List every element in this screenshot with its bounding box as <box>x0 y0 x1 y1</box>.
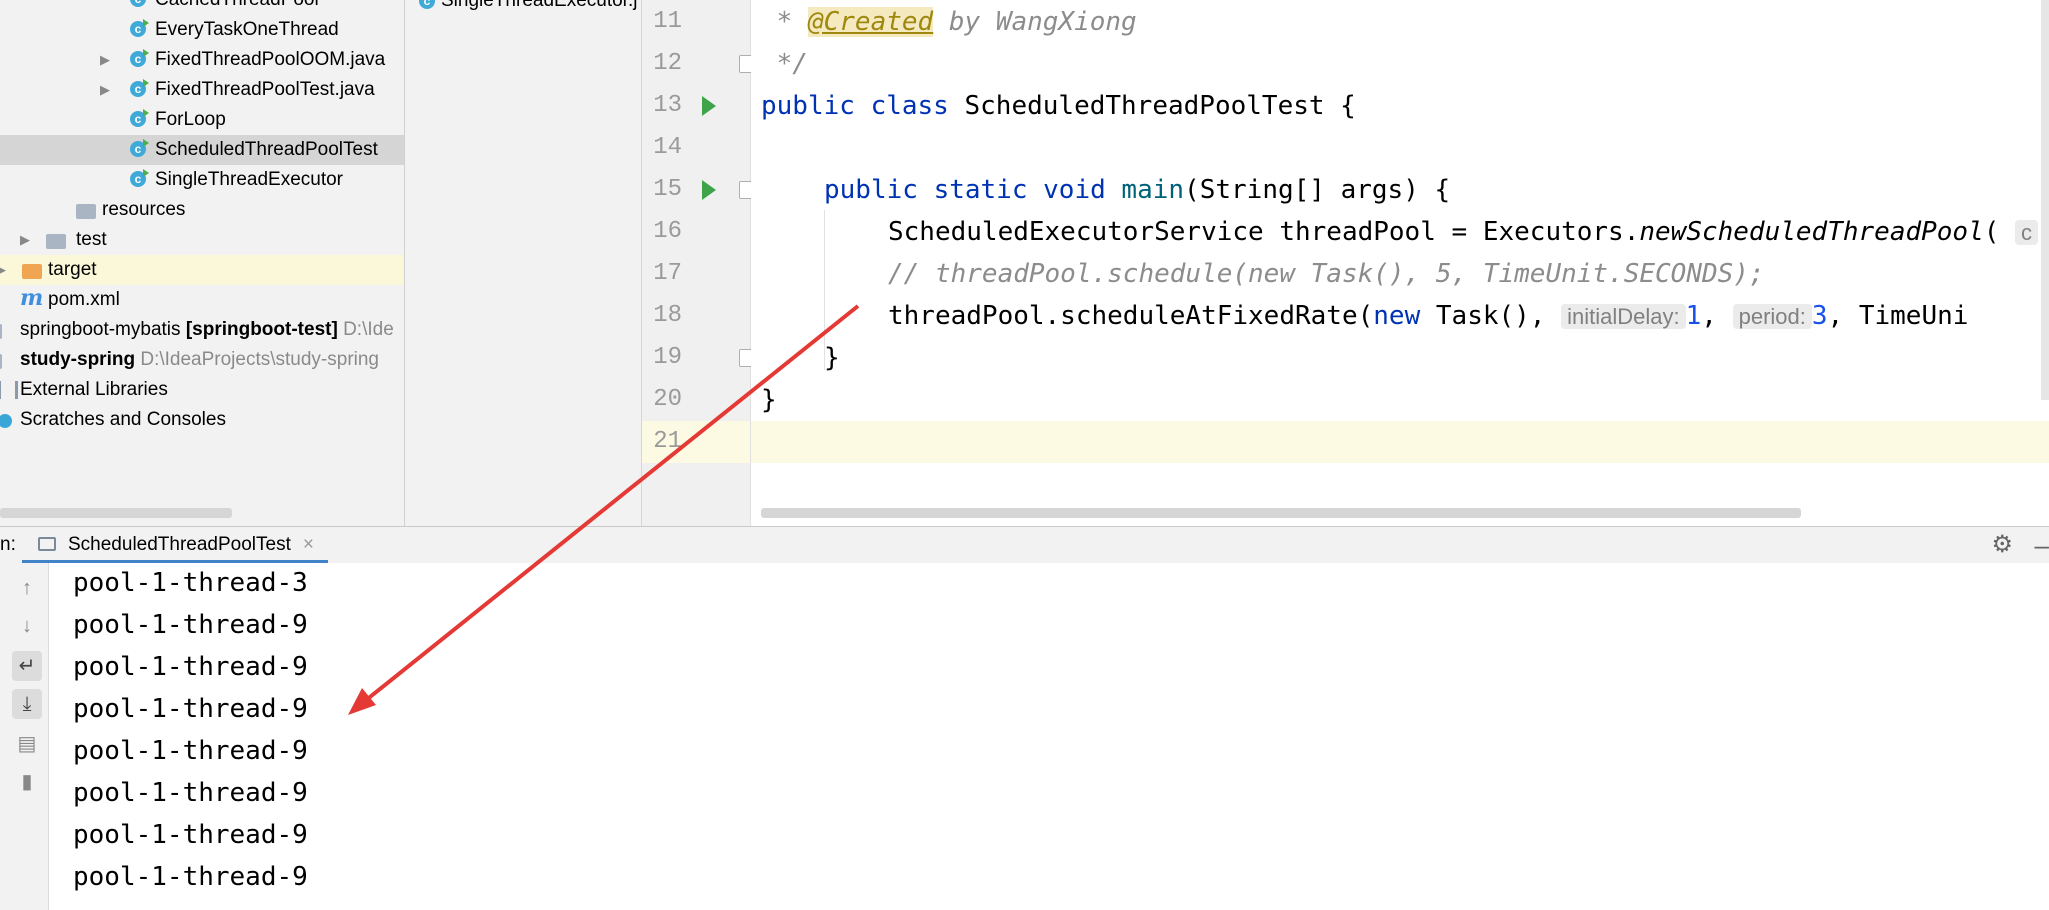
library-icon <box>0 381 18 399</box>
line-number: 17 <box>653 260 682 287</box>
code-line-13: public class ScheduledThreadPoolTest { <box>761 91 1356 121</box>
tree-item-test[interactable]: ▶ test <box>0 225 404 255</box>
tree-item-everytaskonethread[interactable]: c EveryTaskOneThread <box>0 15 404 45</box>
console-line: pool-1-thread-9 <box>73 652 308 682</box>
tree-item-pom[interactable]: m pom.xml <box>0 285 404 315</box>
line-number: 14 <box>653 134 682 161</box>
console-output[interactable]: pool-1-thread-3 pool-1-thread-9 pool-1-t… <box>49 563 2049 910</box>
line-number: 12 <box>653 50 682 77</box>
expand-arrow-icon[interactable]: ▶ <box>0 255 6 285</box>
line-number: 19 <box>653 344 682 371</box>
excluded-folder-icon <box>22 264 42 279</box>
trash-icon[interactable]: ▮ <box>12 767 42 797</box>
folder-icon <box>46 234 66 249</box>
tree-item-scheduledthreadpooltest[interactable]: c ScheduledThreadPoolTest <box>0 135 404 165</box>
expand-arrow-icon[interactable]: ▶ <box>100 75 110 105</box>
code-line-11: * @Created by WangXiong <box>761 7 1137 37</box>
tree-item-target[interactable]: ▶ target <box>0 255 404 285</box>
java-class-icon: c <box>130 0 146 7</box>
editor-tab-strip: c SingleThreadExecutor.j <box>405 0 642 526</box>
code-line-19: } <box>824 343 840 373</box>
console-toolbar: ↑ ↓ ↵ ⤓ ▤ ▮ <box>0 563 49 910</box>
inlay-hint-period: period: <box>1732 304 1812 329</box>
soft-wrap-icon[interactable]: ↵ <box>12 651 42 681</box>
tree-item-study-spring[interactable]: study-spring D:\IdeaProjects\study-sprin… <box>0 345 404 375</box>
line-number: 20 <box>653 386 682 413</box>
scroll-to-end-icon[interactable]: ⤓ <box>12 689 42 719</box>
tree-horizontal-scrollbar[interactable] <box>0 508 232 518</box>
current-line-highlight <box>751 421 2049 463</box>
console-line: pool-1-thread-9 <box>73 778 308 808</box>
code-line-18: threadPool.scheduleAtFixedRate(new Task(… <box>888 301 1969 331</box>
code-line-17: // threadPool.schedule(new Task(), 5, Ti… <box>888 259 1765 289</box>
scratches-icon <box>0 414 12 428</box>
java-class-icon: c <box>130 169 149 187</box>
java-class-icon: c <box>130 79 149 97</box>
tree-item-scratches[interactable]: Scratches and Consoles <box>0 405 404 435</box>
tree-item-fixedthreadpooloom[interactable]: ▶ c FixedThreadPoolOOM.java <box>0 45 404 75</box>
code-editor[interactable]: * @Created by WangXiong */ public class … <box>751 0 2049 526</box>
console-line: pool-1-thread-9 <box>73 820 308 850</box>
inlay-hint: c <box>2015 220 2039 245</box>
java-class-icon: c <box>130 19 149 37</box>
console-line: pool-1-thread-9 <box>73 610 308 640</box>
java-class-icon: c <box>130 139 149 157</box>
tree-item-fixedthreadpooltest[interactable]: ▶ c FixedThreadPoolTest.java <box>0 75 404 105</box>
expand-arrow-icon[interactable]: ▶ <box>100 45 110 75</box>
tree-item-singlethreadexecutor[interactable]: c SingleThreadExecutor <box>0 165 404 195</box>
run-main-icon[interactable] <box>702 180 716 200</box>
tree-item-forloop[interactable]: c ForLoop <box>0 105 404 135</box>
run-toolwindow-header: n: ScheduledThreadPoolTest × ⚙ – <box>0 526 2049 564</box>
run-label: n: <box>0 534 16 555</box>
close-tab-icon[interactable]: × <box>303 534 314 555</box>
module-folder-icon <box>0 324 2 339</box>
run-tab-scheduledthreadpooltest[interactable]: ScheduledThreadPoolTest × <box>22 527 328 563</box>
maven-icon: m <box>20 285 44 311</box>
line-number: 21 <box>653 428 682 455</box>
resources-folder-icon <box>76 204 96 219</box>
line-number: 11 <box>653 8 682 35</box>
java-class-icon: c <box>419 0 435 9</box>
tree-item-external-libraries[interactable]: External Libraries <box>0 375 404 405</box>
code-line-16: ScheduledExecutorService threadPool = Ex… <box>888 211 2039 253</box>
module-folder-icon <box>0 354 2 369</box>
gear-icon[interactable]: ⚙ <box>1991 527 2013 563</box>
project-tree: c CachedThreadPool c EveryTaskOneThread … <box>0 0 405 526</box>
editor-vertical-scrollbar[interactable] <box>2041 0 2049 400</box>
console-line: pool-1-thread-9 <box>73 862 308 892</box>
code-line-15: public static void main(String[] args) { <box>824 175 1451 205</box>
code-line-12: */ <box>761 49 808 79</box>
line-number: 13 <box>653 92 682 119</box>
console-line: pool-1-thread-9 <box>73 694 308 724</box>
line-number: 18 <box>653 302 682 329</box>
up-arrow-icon[interactable]: ↑ <box>12 573 42 603</box>
editor-tab-singlethreadexecutor[interactable]: c SingleThreadExecutor.j <box>419 0 637 12</box>
tree-item-cachedthreadpool[interactable]: c CachedThreadPool <box>0 0 404 15</box>
console-line: pool-1-thread-3 <box>73 568 308 598</box>
print-icon[interactable]: ▤ <box>12 729 42 759</box>
line-number: 16 <box>653 218 682 245</box>
expand-arrow-icon[interactable]: ▶ <box>20 225 30 255</box>
tree-item-resources[interactable]: resources <box>0 195 404 225</box>
editor-horizontal-scrollbar[interactable] <box>761 508 1801 518</box>
java-class-icon: c <box>130 109 149 127</box>
run-console-icon <box>38 537 56 551</box>
down-arrow-icon[interactable]: ↓ <box>12 611 42 641</box>
run-class-icon[interactable] <box>702 96 716 116</box>
line-number: 15 <box>653 176 682 203</box>
minimize-icon[interactable]: – <box>2035 527 2049 563</box>
java-class-icon: c <box>130 49 149 67</box>
code-line-20: } <box>761 385 777 415</box>
console-line: pool-1-thread-9 <box>73 736 308 766</box>
editor-gutter: 11 12 13 14 15 16 17 18 19 20 21 <box>642 0 755 526</box>
tree-item-springboot-mybatis[interactable]: springboot-mybatis [springboot-test] D:\… <box>0 315 404 345</box>
inlay-hint-initialdelay: initialDelay: <box>1561 304 1686 329</box>
